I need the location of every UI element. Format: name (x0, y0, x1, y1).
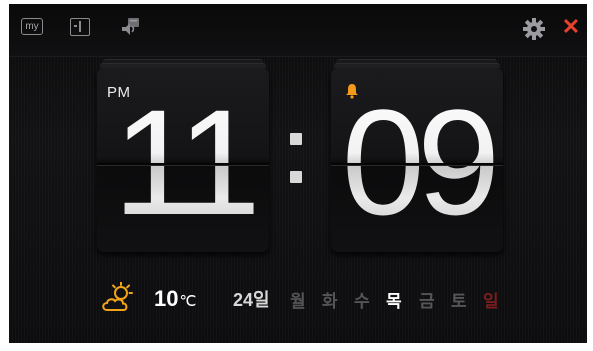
top-toolbar: my ✕ (9, 4, 587, 57)
layout-icon[interactable] (70, 18, 90, 36)
colon-dot (290, 133, 302, 145)
card-stack-edge (100, 63, 266, 68)
weekday-thu: 목 (386, 292, 402, 311)
weekday-tue: 화 (322, 292, 338, 311)
hours-flip-card: PM 11 (97, 59, 269, 252)
minutes-flip-card: 09 (331, 59, 503, 252)
colon-dot (290, 171, 302, 183)
temperature-unit: ℃ (179, 293, 197, 310)
my-label: my (25, 21, 39, 32)
flip-hinge (331, 163, 503, 166)
minutes-digits[interactable]: 09 (331, 72, 503, 252)
gear-icon[interactable] (523, 18, 545, 40)
weekday-wed: 수 (354, 292, 370, 311)
weekday-sat: 토 (451, 292, 467, 311)
temperature: 10℃ (154, 286, 196, 312)
my-icon[interactable]: my (21, 18, 43, 35)
flip-hinge (97, 163, 269, 166)
partly-cloudy-icon[interactable] (101, 282, 137, 314)
clock-screen: my ✕ PM 11 (9, 4, 587, 343)
info-bar: 10℃ 24일 월 화 수 목 금 토 일 (9, 274, 587, 324)
weekday-mon: 월 (290, 292, 306, 311)
speaker-icon[interactable] (119, 16, 141, 38)
weekday-sun: 일 (483, 292, 499, 311)
weekday-fri: 금 (419, 292, 435, 311)
close-icon[interactable]: ✕ (560, 16, 582, 38)
time-colon (290, 133, 304, 193)
date-label: 24일 (233, 290, 270, 310)
card-stack-edge (334, 63, 500, 68)
temperature-value: 10 (154, 286, 179, 311)
hours-digits[interactable]: 11 (97, 72, 269, 252)
